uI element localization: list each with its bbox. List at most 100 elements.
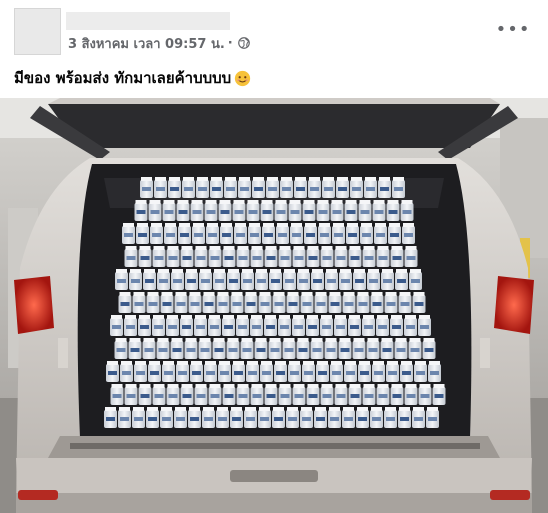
author-avatar[interactable] [14,8,61,55]
bottle-cap [399,407,410,411]
bottle-cap [307,315,318,319]
bottle-label [360,371,369,375]
bottle-cap [391,384,403,388]
bottle-cap [363,315,374,319]
author-name-redacted[interactable] [66,12,230,30]
bottle-cap [389,223,400,227]
bottle-cap [303,361,314,365]
bottle-label [274,417,283,421]
bottle-cap [181,315,192,319]
bottle-cap [242,269,253,273]
bottle-cap [403,223,414,227]
bottle-label [280,394,290,398]
bottle-label [120,302,130,306]
bottle-label [274,302,284,306]
bottle-cap [343,292,355,296]
bottle-label [264,233,273,237]
bottle-cap [319,223,330,227]
bottle-label [383,279,392,283]
bottle-cap [149,200,161,204]
bottle-label [352,187,361,191]
bottle-label [192,210,202,214]
more-options-icon[interactable]: ••• [496,19,530,40]
bottle-label [144,348,154,352]
bottle-label [246,302,256,306]
bottle-label [298,348,308,352]
bottle-cap [237,384,249,388]
bottle-cap [161,407,172,411]
bottle-cap [429,361,440,365]
bottle-cap [347,223,358,227]
bottle-cap [269,338,281,342]
bottle-label [312,348,322,352]
smiling-face-icon [235,70,251,86]
bottle-cap [221,223,232,227]
bottle-label [180,233,189,237]
bottle-label [218,417,227,421]
bottle-label [434,394,444,398]
bottle-cap [179,223,190,227]
bottle-label [126,394,136,398]
bottle-label [190,302,200,306]
bottle-cap [371,292,383,296]
bottle-cap [349,384,361,388]
bottle-cap [353,338,365,342]
bottle-cap [363,246,375,250]
bottle-cap [153,384,165,388]
bottle-cap [419,315,430,319]
bottle-cap [175,292,187,296]
bottle-cap [183,177,194,181]
bottle-cap [133,292,145,296]
bottle-label [198,187,207,191]
bottle-label [260,302,270,306]
post-meta: 3 สิงหาคม เวลา 09:57 น. · [68,34,250,52]
bottle-label [288,302,298,306]
bottle-label [424,348,434,352]
bottle-cap [287,407,298,411]
bottle-label [378,394,388,398]
bottle-label [382,348,392,352]
bottle-label [134,417,143,421]
bottle-label [140,325,149,329]
bottle-cap [163,361,174,365]
bottle-label [334,233,343,237]
bottle-label [414,302,424,306]
bottle-label [282,187,291,191]
bottle-label [210,256,220,260]
bottle-label [196,256,206,260]
bottle-label [310,187,319,191]
bottle-label [178,371,187,375]
bottle-label [316,417,325,421]
bottle-cap [305,223,316,227]
bottle-cap [213,338,225,342]
bottle-cap [251,384,263,388]
bottle-cap [331,361,342,365]
bottle-label [252,325,261,329]
bottle-cap [191,200,203,204]
bottle-cap [205,200,217,204]
bottle-cap [158,269,169,273]
bottle-label [182,394,192,398]
bottle-cap [382,269,393,273]
bottle-label [254,187,263,191]
bottle-label [316,302,326,306]
bottle-label [302,417,311,421]
bottle-label [112,325,121,329]
bottle-cap [231,292,243,296]
post-photo[interactable] [0,98,548,513]
bottle-label [400,302,410,306]
bottle-label [411,279,420,283]
bottle-cap [195,384,207,388]
bottle-label [388,371,397,375]
bottle-label [173,279,182,283]
bottle-cap [211,177,222,181]
car-trunk-photo [0,98,548,513]
bottle-cap [191,361,202,365]
bottle-label [270,348,280,352]
bottle-cap [293,246,305,250]
bottle-cap [277,223,288,227]
bottle-label [327,279,336,283]
bottle-cap [223,246,235,250]
bottle-label [366,187,375,191]
post-timestamp[interactable]: 3 สิงหาคม เวลา 09:57 น. [68,33,225,54]
